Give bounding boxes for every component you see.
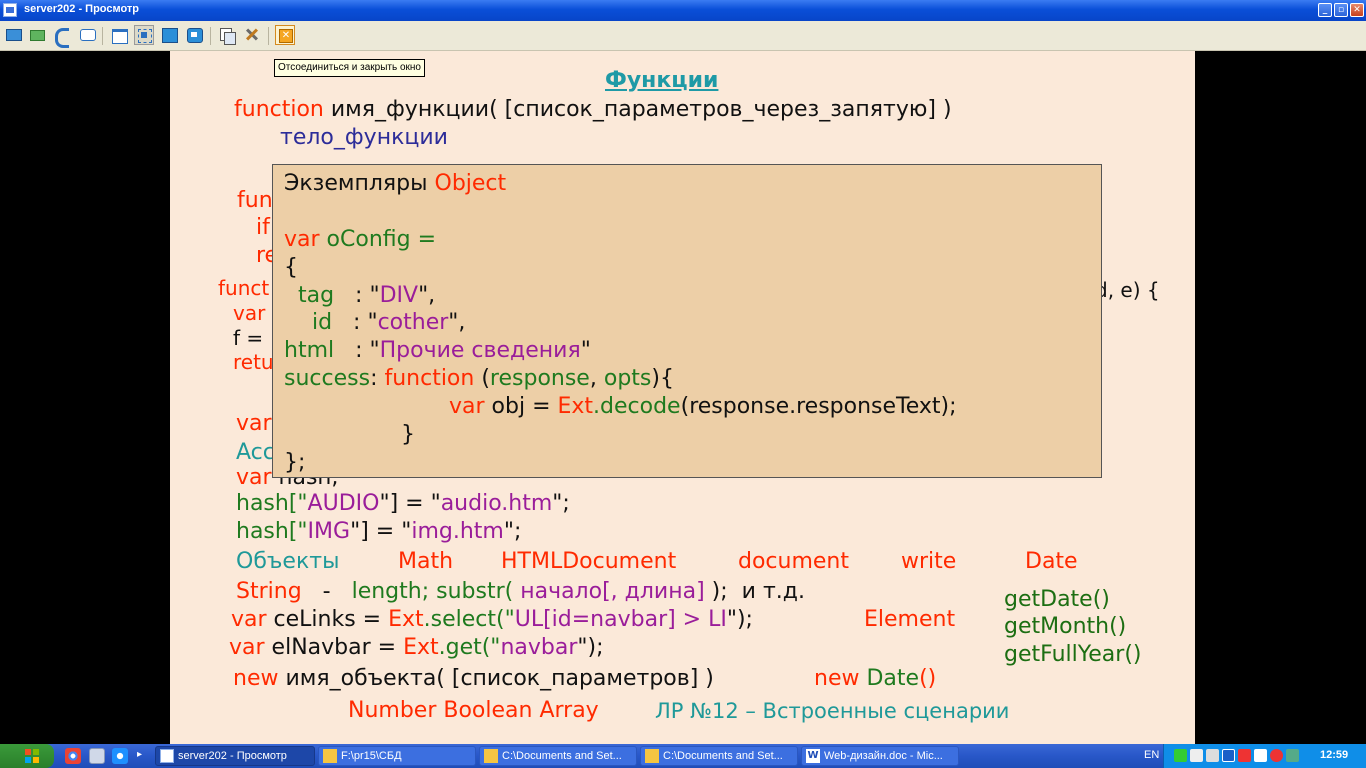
task-server202[interactable]: server202 - Просмотр — [155, 746, 315, 766]
slide-title: Функции — [605, 68, 719, 93]
clock[interactable]: 12:59 — [1320, 749, 1348, 761]
remote-screen-slide[interactable]: Функции function имя_функции( [список_па… — [170, 51, 1195, 744]
alert-icon[interactable] — [1270, 749, 1283, 762]
object-math: Math — [398, 549, 454, 574]
hidden-line-fun: fun — [237, 188, 273, 213]
tray-app-icon[interactable] — [1190, 749, 1203, 762]
popup-open-brace: { — [284, 255, 298, 280]
object-date: Date — [1025, 549, 1078, 574]
refresh-icon[interactable] — [27, 25, 47, 45]
task-folder-pr15[interactable]: F:\pr15\СБД — [318, 746, 476, 766]
disconnect-icon[interactable]: ✕ — [275, 25, 295, 45]
hidden-line-var: var — [233, 301, 266, 325]
popup-tag-line: tag : "DIV", — [284, 283, 436, 308]
safely-remove-icon[interactable] — [1286, 749, 1299, 762]
folder-icon — [645, 749, 659, 763]
task-word-document[interactable]: W Web-дизайн.doc - Mic... — [801, 746, 959, 766]
clipboard-icon[interactable] — [217, 25, 237, 45]
hidden-line-funct: funct — [218, 276, 270, 300]
viewer-toolbar: ✕ — [0, 21, 1366, 51]
task-folder-documents-2[interactable]: C:\Documents and Set... — [640, 746, 798, 766]
popup-heading: Экземпляры Object — [284, 171, 507, 196]
hidden-line-f: f = — [233, 326, 264, 350]
new-date-line: new Date() — [814, 666, 937, 691]
ie-icon[interactable] — [112, 748, 128, 764]
object-write: write — [901, 549, 957, 574]
string-methods-line: String - length; substr( начало[, длина]… — [236, 579, 805, 604]
task-folder-documents-1[interactable]: C:\Documents and Set... — [479, 746, 637, 766]
windows-logo-icon — [25, 749, 39, 763]
desktop-icon[interactable] — [89, 748, 105, 764]
folder-icon — [323, 749, 337, 763]
task-label: F:\pr15\СБД — [341, 750, 402, 762]
chrome-icon[interactable] — [65, 748, 81, 764]
getfullyear-method: getFullYear() — [1004, 642, 1142, 667]
function-syntax-line: function имя_функции( [список_параметров… — [234, 97, 952, 122]
hash-img-line: hash["IMG"] = "img.htm"; — [236, 519, 522, 544]
display-icon[interactable] — [1222, 749, 1235, 762]
function-body-line: тело_функции — [280, 125, 448, 150]
hash-audio-line: hash["AUDIO"] = "audio.htm"; — [236, 491, 570, 516]
antivirus-icon[interactable] — [1238, 749, 1251, 762]
footer-types: Number Boolean Array — [348, 698, 599, 723]
task-label: C:\Documents and Set... — [663, 750, 783, 762]
hidden-line-tail: d, e) { — [1095, 278, 1160, 302]
word-icon: W — [806, 749, 820, 763]
phone-icon[interactable] — [51, 25, 71, 48]
shield-icon[interactable] — [1254, 749, 1267, 762]
popup-var-line: var oConfig = — [284, 227, 437, 252]
close-button[interactable]: ✕ — [1350, 3, 1364, 17]
getdate-method: getDate() — [1004, 587, 1110, 612]
window-titlebar[interactable]: server202 - Просмотр _ ▫ ✕ — [0, 0, 1366, 21]
taskbar: ▸ server202 - Просмотр F:\pr15\СБД C:\Do… — [0, 744, 1366, 768]
hidden-line-acc: Acc — [236, 440, 275, 465]
getmonth-method: getMonth() — [1004, 614, 1127, 639]
fullscreen-icon[interactable] — [159, 25, 179, 45]
popup-body-line: var obj = Ext.decode(response.responseTe… — [449, 394, 957, 419]
element-label: Element — [864, 607, 956, 632]
new-object-line: new имя_объекта( [список_параметров] ) — [233, 666, 714, 691]
quicklaunch-chevron-icon[interactable]: ▸ — [137, 749, 142, 760]
elnavbar-line: var elNavbar = Ext.get("navbar"); — [229, 635, 604, 660]
language-indicator[interactable]: EN — [1144, 749, 1159, 761]
celinks-line: var ceLinks = Ext.select("UL[id=navbar] … — [231, 607, 753, 632]
hidden-line-if: if — [256, 215, 270, 240]
send-screen-icon[interactable] — [3, 25, 23, 45]
hidden-line-var2: var — [236, 411, 272, 436]
restore-button[interactable]: ▫ — [1334, 3, 1348, 17]
popup-html-line: html : "Прочие сведения" — [284, 338, 591, 363]
app-icon — [3, 3, 17, 17]
minimize-button[interactable]: _ — [1318, 3, 1332, 17]
disconnect-tooltip: Отсоединиться и закрыть окно — [274, 59, 425, 77]
popup-close: }; — [284, 450, 306, 475]
app-window-icon — [160, 749, 174, 763]
task-label: C:\Documents and Set... — [502, 750, 622, 762]
hidden-line-ret: retu — [233, 350, 274, 374]
volume-icon[interactable] — [1206, 749, 1219, 762]
network-icon[interactable] — [1174, 749, 1187, 762]
start-button[interactable] — [0, 744, 54, 768]
task-label: server202 - Просмотр — [178, 750, 287, 762]
popup-id-line: id : "cother", — [284, 310, 466, 335]
task-label: Web-дизайн.doc - Mic... — [824, 750, 943, 762]
window-mode-icon[interactable] — [109, 25, 129, 45]
chat-icon[interactable] — [77, 25, 97, 45]
fit-screen-icon[interactable] — [134, 25, 154, 45]
scale-icon[interactable] — [184, 25, 204, 45]
settings-icon[interactable] — [242, 25, 262, 45]
object-htmldocument: HTMLDocument — [501, 549, 677, 574]
footer-lab-title: ЛР №12 – Встроенные сценарии — [655, 699, 1010, 723]
popup-inner-close: } — [401, 422, 415, 447]
window-title: server202 - Просмотр — [24, 3, 140, 15]
object-example-popup: Экземпляры Object var oConfig = { tag : … — [272, 164, 1102, 478]
objects-label: Объекты — [236, 549, 340, 574]
popup-success-line: success: function (response, opts){ — [284, 366, 674, 391]
folder-icon — [484, 749, 498, 763]
object-document: document — [738, 549, 849, 574]
